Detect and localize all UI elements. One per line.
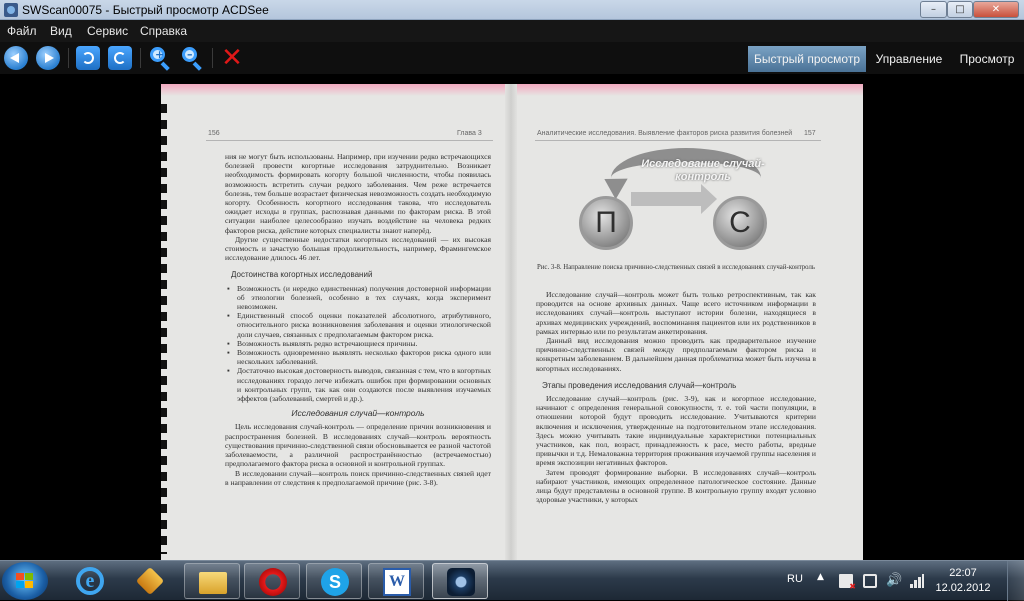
acdsee-icon	[447, 568, 475, 596]
window-title: SWScan00075 - Быстрый просмотр ACDSee	[22, 3, 269, 17]
rotate-right-icon[interactable]	[108, 46, 132, 70]
straight-arrow	[631, 184, 717, 214]
menu-bar: Файл Вид Сервис Справка	[0, 20, 1024, 42]
tab-view[interactable]: Просмотр	[952, 46, 1022, 72]
section-heading: Исследования случай—контроль	[291, 408, 425, 419]
network-icon[interactable]	[910, 574, 924, 588]
paragraph: ния не могут быть использованы. Например…	[225, 152, 491, 235]
title-bar: SWScan00075 - Быстрый просмотр ACDSee – …	[0, 0, 1024, 20]
windows-logo-icon	[16, 573, 34, 589]
winamp-icon	[135, 566, 165, 596]
delete-icon[interactable]: ✕	[220, 45, 244, 71]
show-desktop-button[interactable]	[1007, 561, 1024, 601]
clock-date: 12.02.2012	[935, 582, 991, 594]
menu-view[interactable]: Вид	[50, 24, 72, 38]
scanned-image[interactable]: 156 Глава 3 ния не могут быть использова…	[161, 84, 863, 560]
paragraph: Затем проводят формирование выборки. В и…	[536, 467, 816, 505]
left-page-chapter: Глава 3	[457, 130, 482, 137]
left-page-number: 156	[208, 130, 220, 137]
taskbar-explorer[interactable]	[184, 563, 240, 599]
explorer-folder-icon	[199, 572, 227, 594]
page-binding-edge	[161, 104, 167, 554]
taskbar-internet-explorer[interactable]: e	[62, 563, 118, 599]
zoom-in-icon[interactable]: +	[148, 46, 172, 71]
list-item: Возможность одновременно выявлять нескол…	[225, 348, 491, 366]
power-icon[interactable]	[863, 574, 877, 588]
forward-icon[interactable]	[36, 46, 60, 70]
taskbar: e S W RU ▲ 🔊 22:07 12.02.2012	[0, 560, 1024, 601]
list-item: Достаточно высокая достоверность выводов…	[225, 366, 491, 403]
taskbar-acdsee[interactable]	[432, 563, 488, 599]
case-control-figure: П С Исследование случай-контроль	[571, 148, 791, 274]
minimize-button[interactable]: –	[920, 1, 947, 18]
paragraph: Исследование случай—контроль может быть …	[536, 290, 816, 336]
taskbar-winamp[interactable]	[122, 563, 178, 599]
menu-help[interactable]: Справка	[140, 24, 187, 38]
action-center-icon[interactable]	[839, 574, 856, 591]
figure-title: Исследование случай-контроль	[641, 158, 765, 183]
toolbar-separator	[140, 48, 141, 68]
right-page-number: 157	[804, 130, 816, 137]
clock-time: 22:07	[949, 567, 977, 579]
internet-explorer-icon: e	[76, 567, 104, 595]
toolbar: + – ✕ Быстрый просмотр Управление Просмо…	[0, 42, 1024, 74]
start-button[interactable]	[2, 562, 48, 600]
opera-icon	[259, 568, 287, 596]
paragraph: Данный вид исследования можно проводить …	[536, 336, 816, 373]
skype-icon: S	[321, 568, 349, 596]
list-item: Единственный способ оценки показателей а…	[225, 311, 491, 339]
advantages-list: Возможность (и нередко единственная) пол…	[225, 284, 491, 404]
menu-file[interactable]: Файл	[7, 24, 37, 38]
paragraph: Цель исследования случай-контроль — опре…	[225, 422, 491, 469]
language-indicator[interactable]: RU	[787, 573, 803, 585]
zoom-out-icon[interactable]: –	[180, 46, 204, 71]
section-heading: Этапы проведения исследования случай—кон…	[542, 380, 737, 390]
close-button[interactable]: ✕	[973, 1, 1019, 18]
figure-circle-right: С	[713, 196, 767, 250]
clock[interactable]: 22:07 12.02.2012	[933, 566, 993, 596]
paragraph: В исследовании случай—контроль поиск при…	[225, 468, 491, 487]
word-icon: W	[383, 568, 411, 596]
acdsee-app-icon	[4, 3, 18, 17]
paragraph: Другие существенные недостатки когортных…	[225, 234, 491, 263]
right-page-body: Исследование случай—контроль может быть …	[536, 290, 816, 504]
volume-icon[interactable]: 🔊	[886, 574, 902, 588]
maximize-button[interactable]: □	[947, 1, 973, 18]
taskbar-word[interactable]: W	[368, 563, 424, 599]
right-page-header: Аналитические исследования. Выявление фа…	[537, 130, 793, 137]
taskbar-skype[interactable]: S	[306, 563, 362, 599]
toolbar-separator	[212, 48, 213, 68]
figure-caption: Рис. 3-8. Направление поиска причинно-сл…	[537, 264, 815, 271]
list-item: Возможность (и нередко единственная) пол…	[225, 284, 491, 312]
book-gutter	[505, 84, 517, 560]
section-heading: Достоинства когортных исследований	[231, 270, 373, 280]
back-icon[interactable]	[4, 46, 28, 70]
taskbar-opera[interactable]	[244, 563, 300, 599]
tab-manage[interactable]: Управление	[868, 46, 950, 72]
menu-tools[interactable]: Сервис	[87, 24, 128, 38]
tab-quick-view[interactable]: Быстрый просмотр	[748, 46, 866, 72]
figure-circle-left: П	[579, 196, 633, 250]
rotate-left-icon[interactable]	[76, 46, 100, 70]
show-hidden-icons-button[interactable]: ▲	[817, 572, 824, 582]
list-item: Возможность выявлять редко встречающиеся…	[225, 339, 491, 348]
paragraph: Исследование случай—контроль (рис. 3-9),…	[536, 394, 816, 468]
left-page-body: ния не могут быть использованы. Например…	[225, 152, 491, 487]
toolbar-separator	[68, 48, 69, 68]
